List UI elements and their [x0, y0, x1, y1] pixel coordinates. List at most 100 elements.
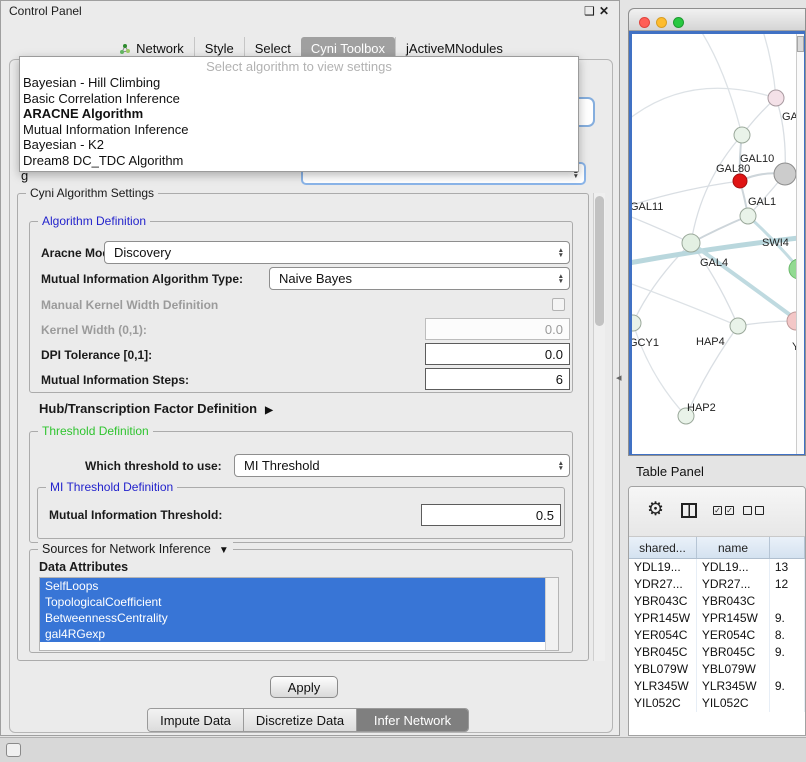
dropdown-item-mutual-information-inference[interactable]: Mutual Information Inference: [20, 122, 578, 138]
group-title: Cyni Algorithm Settings: [26, 186, 158, 200]
sources-section-toggle[interactable]: Sources for Network Inference▼: [38, 542, 233, 556]
network-vertical-scrollbar[interactable]: [796, 34, 804, 454]
network-node[interactable]: [734, 127, 750, 143]
tab-label: jActiveMNodules: [406, 41, 503, 56]
column-header-shared[interactable]: shared...: [629, 537, 697, 558]
network-edge: [701, 34, 742, 135]
attribute-item-gal4rgexp[interactable]: gal4RGexp: [40, 626, 546, 642]
column-header-2[interactable]: [770, 537, 805, 558]
zoom-traffic-light-icon[interactable]: [673, 17, 684, 28]
settings-scrollbar[interactable]: [593, 193, 605, 661]
tab-label: Network: [136, 41, 184, 56]
network-node[interactable]: [774, 163, 796, 185]
network-edge: [691, 243, 801, 323]
mi-threshold-field[interactable]: 0.5: [421, 504, 561, 526]
table-cell: YLR345W: [629, 678, 697, 695]
screen: Control Panel ❑ ✕ NetworkStyleSelectCyni…: [0, 0, 806, 762]
settings-scrollbar-thumb[interactable]: [595, 196, 604, 326]
which-threshold-combobox[interactable]: MI Threshold: [234, 454, 570, 477]
restore-panel-icon[interactable]: [6, 743, 21, 757]
column-header-name[interactable]: name: [697, 537, 770, 558]
close-traffic-light-icon[interactable]: [639, 17, 650, 28]
table-row[interactable]: YBL079WYBL079W: [629, 661, 805, 678]
table-row[interactable]: YLR345WYLR345W9.: [629, 678, 805, 695]
expanded-arrow-icon: ▼: [219, 545, 229, 556]
table-row[interactable]: YPR145WYPR145W9.: [629, 610, 805, 627]
collapsed-arrow-icon: ▶: [265, 405, 273, 416]
dropdown-item-bayesian-k2[interactable]: Bayesian - K2: [20, 137, 578, 153]
dropdown-placeholder: Select algorithm to view settings: [20, 58, 578, 75]
network-edge: [691, 135, 742, 243]
mi-algorithm-type-combobox[interactable]: Naive Bayes: [269, 267, 570, 290]
bottom-tab-discretize-data[interactable]: Discretize Data: [243, 709, 356, 731]
dropdown-item-basic-correlation-inference[interactable]: Basic Correlation Inference: [20, 91, 578, 107]
group-title: Threshold Definition: [38, 424, 153, 438]
table-row[interactable]: YER054CYER054C8.: [629, 627, 805, 644]
network-node[interactable]: [730, 318, 746, 334]
node-label-gcy1: GCY1: [632, 337, 659, 349]
table-panel-window: ⚙ ✓ ✓ shared...name YDL19...YDL19...13YD…: [628, 486, 806, 736]
dpi-tolerance-field[interactable]: 0.0: [425, 343, 570, 365]
apply-button-label: Apply: [288, 680, 321, 695]
mi-steps-field[interactable]: 6: [425, 368, 570, 390]
manual-kernel-width-checkbox[interactable]: [552, 298, 565, 311]
network-node[interactable]: [733, 174, 747, 188]
table-cell: [770, 661, 805, 678]
dropdown-item-bayesian-hill-climbing[interactable]: Bayesian - Hill Climbing: [20, 75, 578, 91]
network-window-titlebar[interactable]: [629, 9, 805, 31]
table-row[interactable]: YDR27...YDR27...12: [629, 576, 805, 593]
table-row[interactable]: YBR045CYBR045C9.: [629, 644, 805, 661]
table-header-row: shared...name: [629, 537, 805, 559]
combo-stepper-icon: [558, 248, 564, 258]
hub-factor-section-toggle[interactable]: Hub/Transcription Factor Definition▶: [39, 401, 273, 419]
attribute-item-betweennesscentrality[interactable]: BetweennessCentrality: [40, 610, 546, 626]
table-row[interactable]: YBR043CYBR043C: [629, 593, 805, 610]
select-all-checks-icon[interactable]: ✓ ✓: [713, 506, 734, 515]
attributes-list-scrollbar[interactable]: [545, 578, 558, 650]
table-cell: YER054C: [629, 627, 697, 644]
attribute-item-selfloops[interactable]: SelfLoops: [40, 578, 546, 594]
control-panel-titlebar[interactable]: Control Panel ❑ ✕: [1, 1, 619, 21]
table-cell: 9.: [770, 644, 805, 661]
gear-icon[interactable]: ⚙: [647, 500, 664, 520]
table-row[interactable]: YIL052CYIL052C: [629, 695, 805, 712]
columns-icon[interactable]: [681, 503, 697, 518]
float-window-icon[interactable]: ❑: [584, 4, 595, 18]
window-title: Control Panel: [9, 4, 82, 18]
network-node[interactable]: [682, 234, 700, 252]
minimize-traffic-light-icon[interactable]: [656, 17, 667, 28]
network-canvas[interactable]: GAL80GAL10GAL7GAL11GAL1SWI4GAL4GCY1HAP4H…: [632, 34, 804, 454]
bottom-tab-infer-network[interactable]: Infer Network: [356, 709, 468, 731]
network-node[interactable]: [768, 90, 784, 106]
table-cell: YDR27...: [697, 576, 770, 593]
deselect-all-checks-icon[interactable]: [743, 506, 764, 515]
manual-kernel-width-label: Manual Kernel Width Definition: [41, 297, 218, 313]
table-cell: YPR145W: [697, 610, 770, 627]
network-icon: [119, 43, 131, 55]
table-cell: 9.: [770, 610, 805, 627]
combo-stepper-icon: [558, 274, 564, 284]
dropdown-item-dream8-dc-tdc-algorithm[interactable]: Dream8 DC_TDC Algorithm: [20, 153, 578, 169]
table-cell: YIL052C: [629, 695, 697, 712]
table-cell: YDR27...: [629, 576, 697, 593]
empty-box-icon: [743, 506, 752, 515]
network-scrollbar-thumb[interactable]: [797, 36, 804, 52]
table-row[interactable]: YDL19...YDL19...13: [629, 559, 805, 576]
data-attributes-list[interactable]: SelfLoopsTopologicalCoefficientBetweenne…: [39, 577, 559, 651]
dropdown-item-aracne-algorithm[interactable]: ARACNE Algorithm: [20, 106, 578, 122]
network-edge: [691, 243, 738, 326]
attribute-item-topologicalcoefficient[interactable]: TopologicalCoefficient: [40, 594, 546, 610]
close-window-icon[interactable]: ✕: [599, 4, 609, 18]
apply-button[interactable]: Apply: [270, 676, 338, 698]
bottom-tab-impute-data[interactable]: Impute Data: [148, 709, 243, 731]
field-value: 0.0: [545, 322, 563, 337]
kernel-width-field[interactable]: 0.0: [425, 318, 570, 340]
network-node[interactable]: [740, 208, 756, 224]
which-threshold-label: Which threshold to use:: [85, 458, 222, 474]
panel-splitter-arrow[interactable]: ◂: [616, 371, 622, 384]
aracne-mode-combobox[interactable]: Discovery: [104, 241, 570, 264]
field-value: 6: [556, 372, 563, 387]
node-label-gal10: GAL10: [740, 153, 774, 165]
network-node[interactable]: [632, 315, 641, 331]
node-label-swi4: SWI4: [762, 237, 789, 249]
